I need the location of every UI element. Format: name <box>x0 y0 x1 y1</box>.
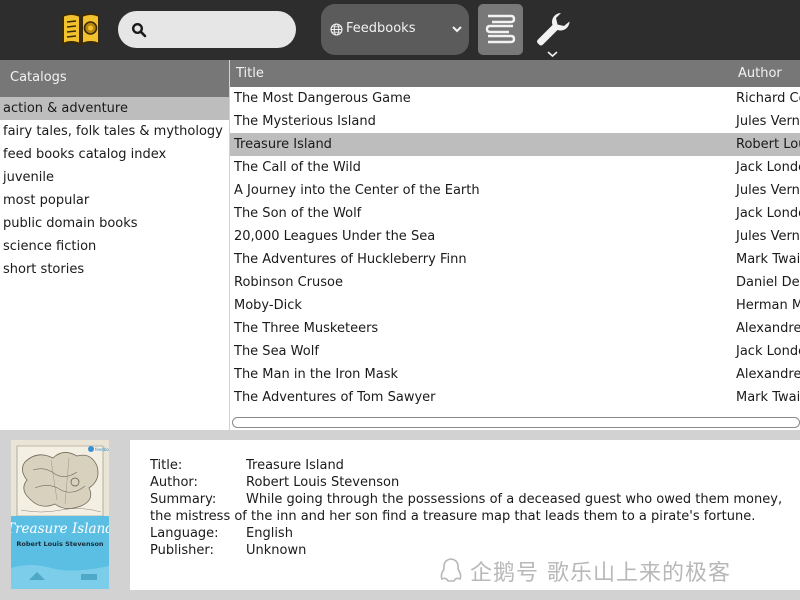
book-table-header: Title Author <box>230 60 800 87</box>
table-row[interactable]: The Three Musketeers Alexandre <box>230 317 800 340</box>
watermark: 企鹅号 歌乐山上来的极客 <box>438 555 731 587</box>
horizontal-scrollbar[interactable] <box>230 414 800 430</box>
detail-summary-continued: the mistress of the inn and her son find… <box>150 509 756 524</box>
table-row[interactable]: The Man in the Iron Mask Alexandre <box>230 363 800 386</box>
search-icon <box>131 22 147 38</box>
cover-author-text: Robert Louis Stevenson <box>16 540 104 548</box>
row-author: Jules Vern <box>736 183 800 198</box>
book-reader-logo-icon[interactable] <box>60 10 102 48</box>
settings-button[interactable] <box>530 6 576 60</box>
row-author: Richard Co <box>736 91 800 106</box>
catalog-item-fairy-tales[interactable]: fairy tales, folk tales & mythology <box>0 120 229 143</box>
catalog-item-science-fiction[interactable]: science fiction <box>0 235 229 258</box>
watermark-text: 企鹅号 歌乐山上来的极客 <box>470 561 731 586</box>
row-author: Mark Twai <box>736 252 800 267</box>
detail-language-label: Language: <box>150 526 219 541</box>
row-title: The Sea Wolf <box>234 344 319 359</box>
catalog-item-juvenile[interactable]: juvenile <box>0 166 229 189</box>
toolbar: Feedbooks <box>0 0 800 60</box>
row-author: Jack Londo <box>736 206 800 221</box>
row-title: Treasure Island <box>234 137 332 152</box>
table-row[interactable]: The Adventures of Huckleberry Finn Mark T… <box>230 248 800 271</box>
catalogs-header: Catalogs <box>0 60 229 97</box>
catalog-item-public-domain[interactable]: public domain books <box>0 212 229 235</box>
row-title: The Call of the Wild <box>234 160 361 175</box>
catalog-item-most-popular[interactable]: most popular <box>0 189 229 212</box>
row-title: The Most Dangerous Game <box>234 91 411 106</box>
penguin-watermark-icon <box>440 558 462 582</box>
library-stack-icon <box>485 14 516 44</box>
cover-title-text: Treasure Island <box>11 521 109 537</box>
catalogs-header-label: Catalogs <box>10 70 67 85</box>
catalog-select-value: Feedbooks <box>346 21 416 36</box>
table-row[interactable]: The Most Dangerous Game Richard Co <box>230 87 800 110</box>
table-row[interactable]: The Mysterious Island Jules Vern <box>230 110 800 133</box>
table-row[interactable]: A Journey into the Center of the Earth Ju… <box>230 179 800 202</box>
detail-language-value: English <box>246 526 293 541</box>
table-row[interactable]: The Son of the Wolf Jack Londo <box>230 202 800 225</box>
library-button[interactable] <box>478 4 523 55</box>
row-title: The Mysterious Island <box>234 114 376 129</box>
row-title: The Son of the Wolf <box>234 206 362 221</box>
row-title: The Man in the Iron Mask <box>234 367 399 382</box>
catalog-item-short-stories[interactable]: short stories <box>0 258 229 281</box>
row-author: Alexandre <box>736 321 800 336</box>
row-title: A Journey into the Center of the Earth <box>234 183 480 198</box>
detail-author-label: Author: <box>150 475 198 490</box>
row-author: Daniel De <box>736 275 800 290</box>
detail-summary-value: While going through the possessions of a… <box>246 492 783 507</box>
detail-language-row: Language: English <box>150 525 790 542</box>
detail-publisher-value: Unknown <box>246 543 307 558</box>
globe-icon <box>330 23 343 36</box>
table-row[interactable]: Moby-Dick Herman M <box>230 294 800 317</box>
detail-publisher-label: Publisher: <box>150 543 214 558</box>
row-title: The Adventures of Huckleberry Finn <box>234 252 467 267</box>
catalog-item-feed-books-index[interactable]: feed books catalog index <box>0 143 229 166</box>
row-author: Jack Londo <box>736 160 800 175</box>
detail-author-row: Author: Robert Louis Stevenson <box>150 474 790 491</box>
row-title: Moby-Dick <box>234 298 302 313</box>
catalog-list: action & adventure fairy tales, folk tal… <box>0 97 229 430</box>
detail-author-value: Robert Louis Stevenson <box>246 475 400 490</box>
column-header-title[interactable]: Title <box>236 66 264 81</box>
row-title: The Three Musketeers <box>234 321 379 336</box>
row-author: Jules Vern <box>736 229 800 244</box>
detail-title-value: Treasure Island <box>246 458 344 473</box>
detail-title-label: Title: <box>150 458 183 473</box>
table-row[interactable]: 20,000 Leagues Under the Sea Jules Vern <box>230 225 800 248</box>
row-author: Jules Vern <box>736 114 800 129</box>
row-author: Robert Lou <box>736 137 800 152</box>
table-row[interactable]: The Sea Wolf Jack Londo <box>230 340 800 363</box>
row-title: 20,000 Leagues Under the Sea <box>234 229 436 244</box>
search-input[interactable] <box>154 17 286 41</box>
row-author: Jack Londo <box>736 344 800 359</box>
scrollbar-thumb[interactable] <box>232 417 800 428</box>
column-header-author[interactable]: Author <box>738 66 782 81</box>
row-title: The Adventures of Tom Sawyer <box>234 390 436 405</box>
catalog-item-action-adventure[interactable]: action & adventure <box>0 97 229 120</box>
chevron-down-icon <box>452 26 462 33</box>
row-title: Robinson Crusoe <box>234 275 343 290</box>
wrench-icon <box>537 12 570 46</box>
table-row[interactable]: Robinson Crusoe Daniel De <box>230 271 800 294</box>
cover-publisher-mark: feedbooks <box>95 447 109 452</box>
table-row[interactable]: The Adventures of Tom Sawyer Mark Twai <box>230 386 800 409</box>
book-cover-image: Treasure Island Robert Louis Stevenson f… <box>11 440 109 589</box>
row-author: Mark Twai <box>736 390 800 405</box>
search-box[interactable] <box>118 11 296 48</box>
table-row[interactable]: Treasure Island Robert Lou <box>230 133 800 156</box>
table-row[interactable]: The Call of the Wild Jack Londo <box>230 156 800 179</box>
detail-summary-label: Summary: <box>150 492 217 507</box>
row-author: Alexandre <box>736 367 800 382</box>
book-table: The Most Dangerous Game Richard Co The My… <box>230 87 800 414</box>
book-details: Title: Treasure Island Author: Robert Loui… <box>150 457 790 559</box>
catalog-source-select[interactable]: Feedbooks <box>321 4 469 55</box>
detail-summary-row: Summary: While going through the possessi… <box>150 491 790 508</box>
settings-menu-chevron-icon <box>547 51 558 58</box>
row-author: Herman M <box>736 298 800 313</box>
detail-title-row: Title: Treasure Island <box>150 457 790 474</box>
